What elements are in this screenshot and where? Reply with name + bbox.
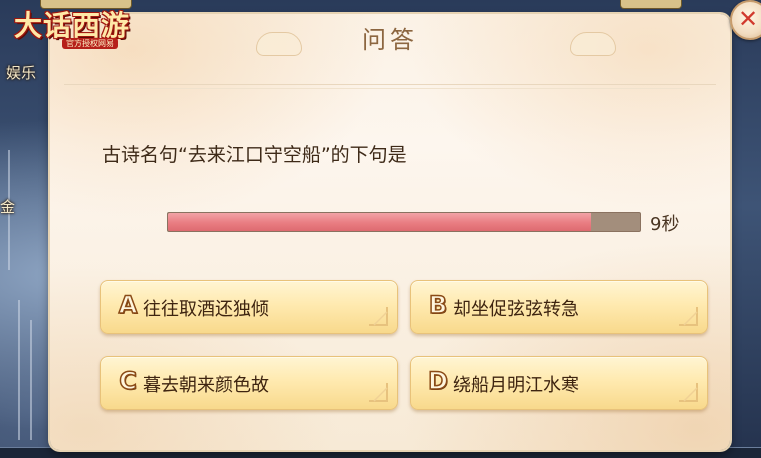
snow-tree bbox=[30, 320, 32, 440]
timer-countdown: 9秒 bbox=[650, 214, 680, 235]
snow-tree bbox=[18, 300, 20, 440]
background-label-gold: 金 bbox=[0, 198, 16, 216]
timer-bar-fill bbox=[168, 213, 592, 231]
dialog-title: 问答 bbox=[362, 26, 418, 54]
option-a-text: 往往取酒还独倾 bbox=[143, 299, 269, 320]
option-c-text: 暮去朝来颜色故 bbox=[143, 375, 269, 396]
timer-bar bbox=[167, 212, 641, 232]
quiz-dialog: 问答 古诗名句“去来江口守空船”的下句是 9秒 A 往往取酒还独倾 B 却坐促弦… bbox=[50, 14, 730, 450]
option-b-letter-badge: B bbox=[428, 291, 448, 319]
option-c-letter-badge: C bbox=[118, 367, 137, 395]
question-text: 古诗名句“去来江口守空船”的下句是 bbox=[102, 144, 407, 166]
corner-ornament-icon bbox=[679, 383, 698, 402]
corner-ornament-icon bbox=[369, 307, 388, 326]
corner-ornament-icon bbox=[679, 307, 698, 326]
close-icon: ✕ bbox=[738, 5, 759, 33]
title-divider-inner bbox=[90, 88, 690, 89]
option-d-text: 绕船月明江水寒 bbox=[453, 375, 579, 396]
option-a-letter-badge: A bbox=[118, 291, 138, 319]
corner-ornament-icon bbox=[369, 383, 388, 402]
option-b-text: 却坐促弦弦转急 bbox=[453, 299, 579, 320]
game-logo: 大话西游 官方授权网易 bbox=[14, 4, 152, 52]
option-d-button[interactable]: D 绕船月明江水寒 bbox=[410, 356, 708, 410]
background-label-entertainment: 娱乐 bbox=[6, 64, 37, 82]
background-chip bbox=[620, 0, 682, 9]
option-a-button[interactable]: A 往往取酒还独倾 bbox=[100, 280, 398, 334]
game-logo-subtitle: 官方授权网易 bbox=[62, 38, 118, 49]
option-c-button[interactable]: C 暮去朝来颜色故 bbox=[100, 356, 398, 410]
option-b-button[interactable]: B 却坐促弦弦转急 bbox=[410, 280, 708, 334]
option-d-letter-badge: D bbox=[427, 367, 448, 395]
title-divider bbox=[64, 84, 716, 85]
